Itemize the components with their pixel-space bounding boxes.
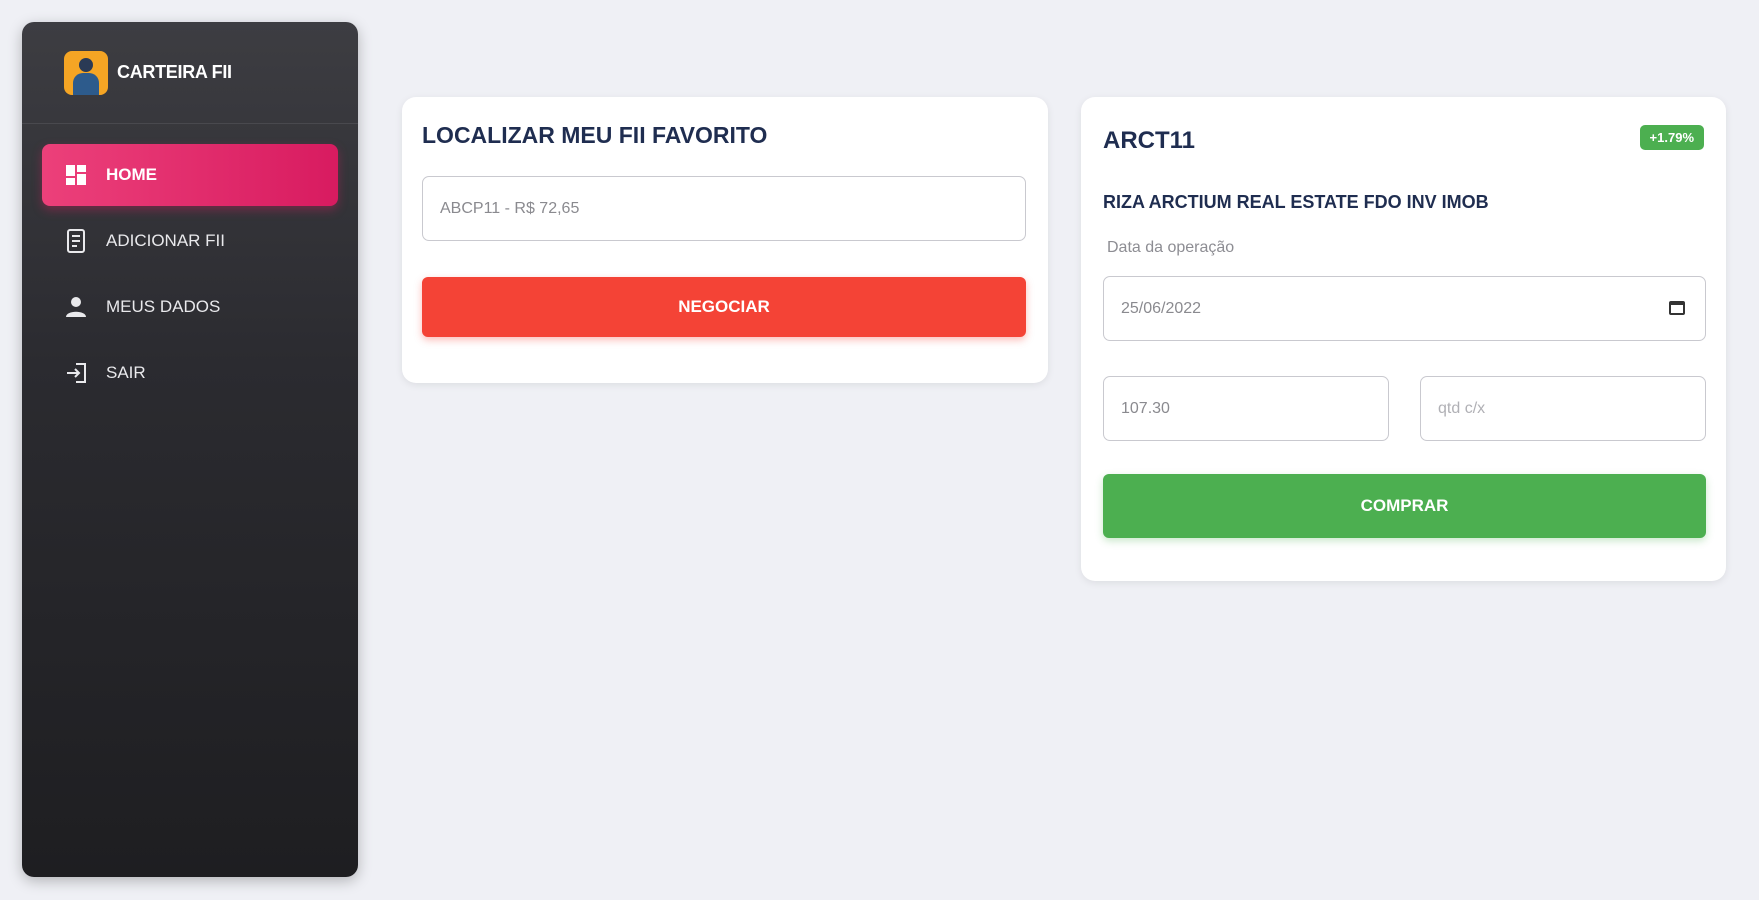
negociar-button[interactable]: NEGOCIAR — [422, 277, 1026, 337]
nav-item-sair[interactable]: SAIR — [42, 342, 338, 404]
comprar-button[interactable]: COMPRAR — [1103, 474, 1706, 538]
brand: CARTEIRA FII — [22, 22, 358, 124]
person-icon — [64, 295, 88, 319]
search-card: LOCALIZAR MEU FII FAVORITO ABCP11 - R$ 7… — [402, 97, 1048, 383]
fii-search-input[interactable]: ABCP11 - R$ 72,65 — [422, 176, 1026, 241]
nav-menu: HOME ADICIONAR FII MEUS DADOS SAIR — [22, 124, 358, 404]
nav-item-label: HOME — [106, 165, 157, 184]
brand-name: CARTEIRA FII — [117, 62, 232, 82]
receipt-icon — [64, 229, 88, 253]
search-card-title: LOCALIZAR MEU FII FAVORITO — [422, 122, 768, 148]
dashboard-icon — [64, 163, 88, 187]
nav-item-label: MEUS DADOS — [106, 297, 221, 316]
change-badge: +1.79% — [1639, 125, 1704, 150]
buy-card: ARCT11 +1.79% RIZA ARCTIUM REAL ESTATE F… — [1081, 97, 1726, 581]
nav-item-meus-dados[interactable]: MEUS DADOS — [42, 276, 338, 338]
calendar-icon[interactable] — [1669, 301, 1685, 315]
nav-item-adicionar-fii[interactable]: ADICIONAR FII — [42, 210, 338, 272]
date-label: Data da operação — [1107, 239, 1235, 256]
brand-logo — [64, 50, 108, 95]
nav-item-label: ADICIONAR FII — [106, 231, 226, 250]
fund-name: RIZA ARCTIUM REAL ESTATE FDO INV IMOB — [1103, 192, 1489, 212]
quantity-input[interactable]: qtd c/x — [1420, 376, 1706, 441]
sidebar: CARTEIRA FII HOME ADICIONAR FII MEUS DAD… — [22, 22, 358, 877]
fund-ticker: ARCT11 — [1103, 127, 1196, 154]
price-input[interactable]: 107.30 — [1103, 376, 1389, 441]
date-value: 25/06/2022 — [1121, 299, 1202, 317]
nav-item-home[interactable]: HOME — [42, 144, 338, 206]
login-icon — [64, 361, 88, 385]
nav-item-label: SAIR — [106, 363, 146, 382]
date-input[interactable]: 25/06/2022 — [1103, 276, 1706, 341]
